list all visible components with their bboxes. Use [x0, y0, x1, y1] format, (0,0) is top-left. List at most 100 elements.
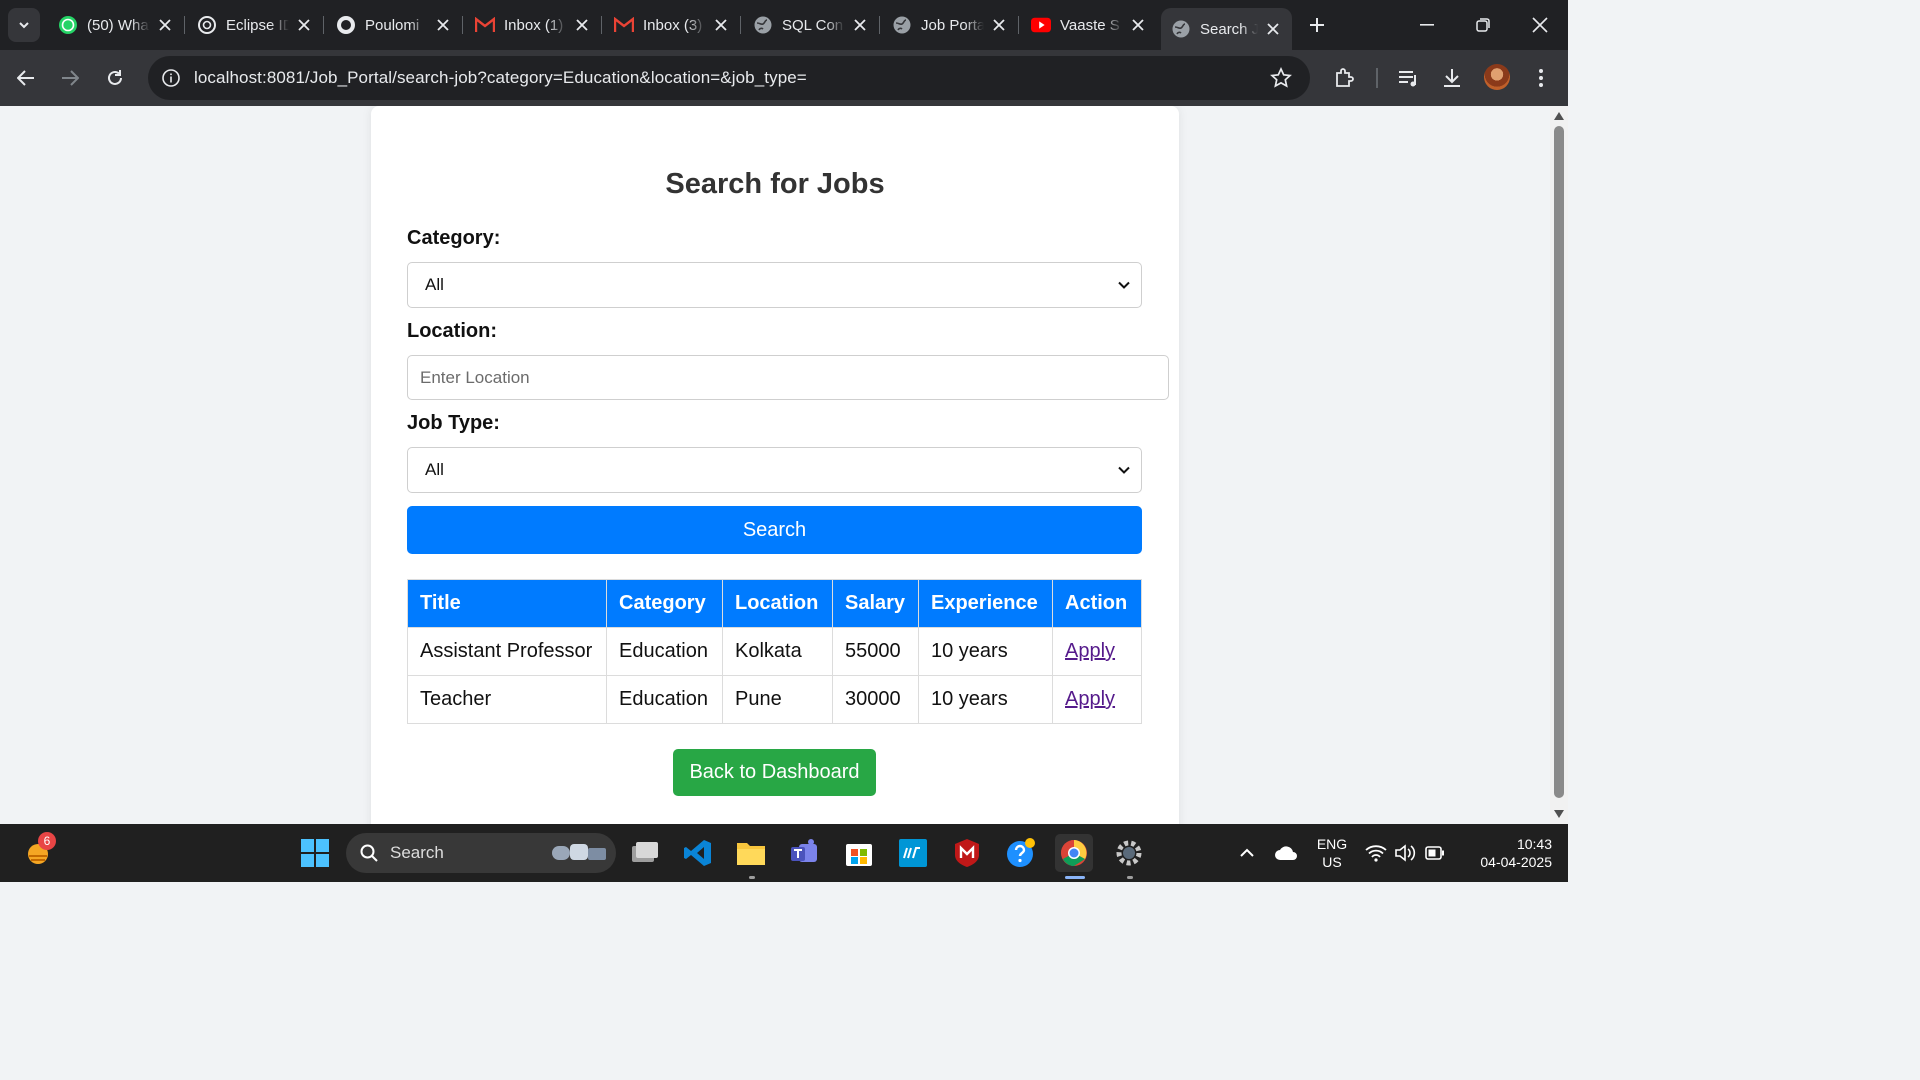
browser-tab[interactable]: Job Portal — [882, 7, 1019, 43]
cell-location: Pune — [722, 675, 833, 724]
gmail-icon — [614, 15, 634, 35]
browser-tab[interactable]: Inbox (1) — [465, 7, 602, 43]
back-button[interactable] — [10, 62, 42, 94]
tab-divider — [601, 16, 602, 34]
vscode-icon — [684, 840, 711, 866]
close-icon[interactable] — [156, 16, 174, 34]
scroll-thumb[interactable] — [1554, 126, 1564, 798]
vscode-taskbar-button[interactable] — [679, 834, 717, 872]
downloads-button[interactable] — [1437, 63, 1467, 93]
close-icon[interactable] — [1129, 16, 1147, 34]
close-icon[interactable] — [1264, 20, 1282, 38]
close-icon[interactable] — [434, 16, 452, 34]
youtube-icon — [1031, 15, 1051, 35]
language-indicator[interactable]: ENG US — [1312, 835, 1352, 871]
scroll-down-icon[interactable] — [1554, 810, 1564, 818]
cell-salary: 30000 — [832, 675, 919, 724]
browser-tab[interactable]: Eclipse IDE — [187, 7, 324, 43]
teams-taskbar-button[interactable] — [786, 834, 824, 872]
more-vert-icon — [1539, 69, 1543, 87]
address-bar[interactable]: localhost:8081/Job_Portal/search-job?cat… — [148, 56, 1310, 100]
tab-divider — [1018, 16, 1019, 34]
cloud-icon — [1275, 846, 1297, 860]
forward-button[interactable] — [54, 62, 86, 94]
windows-taskbar: 6 Search ENG US 10:43 04-04-2025 — [0, 824, 1568, 882]
page-viewport: Search for Jobs Category: All Location: … — [0, 106, 1550, 824]
browser-tab[interactable]: Vaaste S — [1021, 7, 1157, 43]
show-hidden-icons-button[interactable] — [1228, 834, 1266, 872]
quick-settings-button[interactable] — [1362, 834, 1448, 872]
tab-title: SQL Con — [782, 16, 844, 34]
browser-tab[interactable]: Poulomi — [326, 7, 463, 43]
bookmark-star-icon[interactable] — [1270, 67, 1292, 89]
task-view-button[interactable] — [626, 834, 664, 872]
arrow-left-icon — [17, 70, 34, 86]
browser-tab-active[interactable]: Search Jobs — [1161, 8, 1292, 50]
tab-search-button[interactable] — [8, 8, 40, 42]
category-select[interactable]: All — [407, 262, 1142, 308]
table-row: Teacher Education Pune 30000 10 years Ap… — [407, 675, 1142, 724]
tab-title: Vaaste S — [1060, 16, 1120, 34]
clock[interactable]: 10:43 04-04-2025 — [1460, 835, 1552, 871]
new-tab-button[interactable] — [1304, 12, 1330, 38]
mcafee-taskbar-button[interactable] — [948, 834, 986, 872]
tab-title: (50) WhatsApp — [87, 16, 150, 34]
chevron-up-icon — [1240, 848, 1254, 857]
close-icon[interactable] — [990, 16, 1008, 34]
close-icon[interactable] — [712, 16, 730, 34]
location-label: Location: — [407, 320, 497, 342]
browser-tab[interactable]: SQL Con — [743, 7, 880, 43]
browser-tab[interactable]: Inbox (3) — [604, 7, 741, 43]
arrow-right-icon — [62, 70, 79, 86]
location-input[interactable] — [407, 355, 1169, 400]
cell-experience: 10 years — [918, 627, 1053, 676]
browser-menu-button[interactable] — [1526, 63, 1556, 93]
hp-icon — [899, 839, 927, 867]
chrome-taskbar-button[interactable] — [1055, 834, 1093, 872]
close-icon[interactable] — [851, 16, 869, 34]
onedrive-button[interactable] — [1267, 834, 1305, 872]
reading-list-button[interactable] — [1394, 63, 1424, 93]
settings-taskbar-button[interactable] — [1110, 834, 1148, 872]
apply-link[interactable]: Apply — [1065, 688, 1115, 710]
restore-button[interactable] — [1455, 8, 1511, 42]
column-header-title: Title — [407, 579, 607, 628]
chrome-icon — [1061, 840, 1087, 866]
reload-button[interactable] — [99, 62, 131, 94]
running-indicator — [1127, 876, 1133, 879]
close-icon[interactable] — [295, 16, 313, 34]
taskbar-search-box[interactable]: Search — [346, 833, 616, 873]
get-help-taskbar-button[interactable] — [1002, 834, 1040, 872]
help-icon — [1007, 838, 1035, 867]
minimize-icon — [1420, 24, 1434, 26]
scroll-up-icon[interactable] — [1554, 112, 1564, 120]
column-header-action: Action — [1052, 579, 1142, 628]
back-to-dashboard-button[interactable]: Back to Dashboard — [673, 749, 876, 796]
microsoft-store-taskbar-button[interactable] — [840, 834, 878, 872]
extensions-button[interactable] — [1329, 63, 1359, 93]
cell-experience: 10 years — [918, 675, 1053, 724]
page-scrollbar[interactable] — [1550, 106, 1568, 824]
apply-link[interactable]: Apply — [1065, 640, 1115, 662]
chevron-down-icon — [19, 22, 29, 29]
active-indicator — [1065, 876, 1085, 879]
cell-action: Apply — [1052, 627, 1142, 676]
search-icon — [360, 844, 378, 862]
browser-tab[interactable]: (50) WhatsApp — [48, 7, 185, 43]
region-code: US — [1322, 854, 1342, 870]
minimize-button[interactable] — [1399, 8, 1455, 42]
myhp-taskbar-button[interactable] — [894, 834, 932, 872]
job-type-select[interactable]: All — [407, 447, 1142, 493]
profile-avatar[interactable] — [1484, 64, 1510, 90]
close-window-button[interactable] — [1512, 8, 1568, 42]
cell-title: Teacher — [407, 675, 607, 724]
job-type-selected-value: All — [425, 460, 444, 479]
file-explorer-taskbar-button[interactable] — [732, 834, 770, 872]
site-info-icon[interactable] — [160, 67, 182, 89]
column-header-location: Location — [722, 579, 833, 628]
task-view-icon — [632, 842, 658, 862]
browser-tab-bar: (50) WhatsApp Eclipse IDE Poulomi Inbox … — [0, 0, 1568, 50]
start-button[interactable] — [296, 834, 334, 872]
close-icon[interactable] — [573, 16, 591, 34]
search-button[interactable]: Search — [407, 506, 1142, 554]
